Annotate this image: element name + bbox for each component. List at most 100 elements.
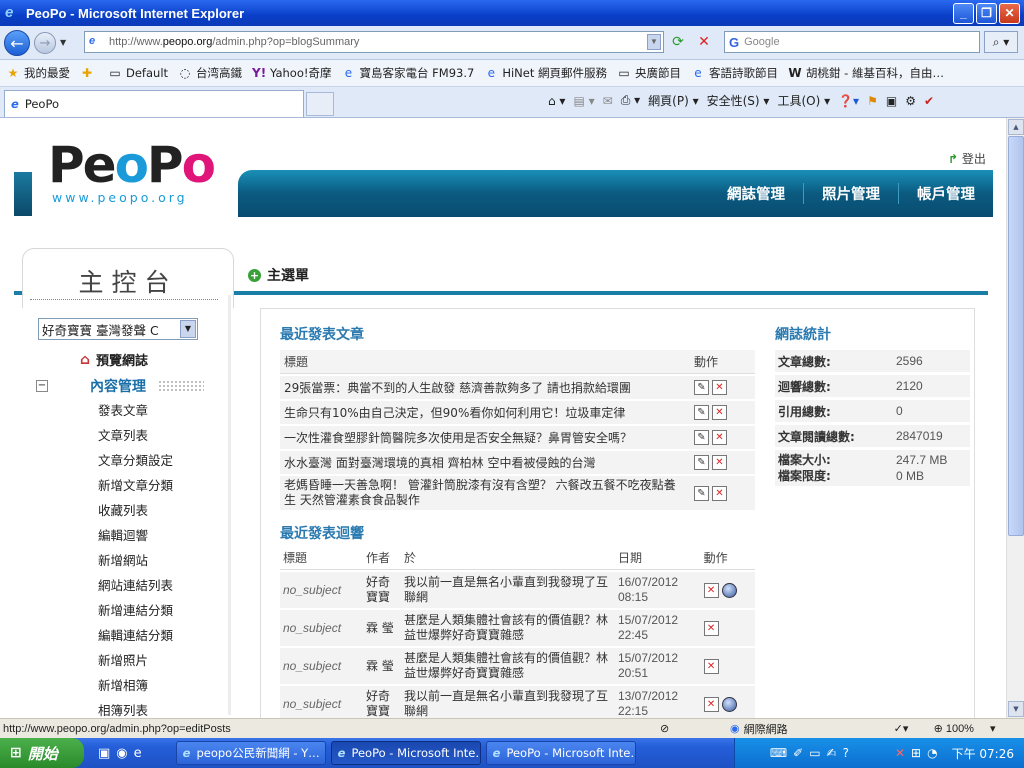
network-icon[interactable]: ⊞ — [911, 746, 921, 760]
history-dropdown-icon[interactable]: ▼ — [60, 38, 66, 47]
edit-icon[interactable]: ✎ — [694, 380, 709, 395]
fav-item[interactable]: e HiNet 網頁郵件服務 — [484, 65, 607, 81]
delete-icon[interactable]: ✕ — [712, 455, 727, 470]
logout-link[interactable]: ↱ 登出 — [948, 150, 986, 167]
taskbar-button[interactable]: e PeoPo - Microsoft Inte… — [485, 741, 636, 765]
gear-icon[interactable]: ⚙ — [905, 94, 916, 108]
forward-button[interactable]: → — [34, 31, 56, 54]
sidebar-item[interactable]: 發表文章 — [98, 398, 173, 423]
edit-icon[interactable]: ✎ — [694, 430, 709, 445]
post-title-link[interactable]: 一次性灌食塑膠針筒醫院多次使用是否安全無疑？鼻胃管安全嗎？ — [280, 426, 690, 449]
nav-photo-mgmt[interactable]: 照片管理 — [803, 183, 898, 204]
media-icon[interactable]: ◉ — [116, 746, 127, 761]
print-icon[interactable]: ⎙ ▾ — [621, 93, 640, 108]
sidebar-item[interactable]: 編輯迴響 — [98, 523, 173, 548]
sidebar-item[interactable]: 收藏列表 — [98, 498, 173, 523]
tab-peopo[interactable]: e PeoPo — [4, 90, 304, 117]
edit-icon[interactable]: ✎ — [694, 405, 709, 420]
nav-account-mgmt[interactable]: 帳戶管理 — [898, 183, 993, 204]
comment-post-link[interactable]: 甚麼是人類集體社會該有的價值觀？林益世爆弊好奇寶寶雜感 — [400, 648, 615, 684]
post-title-link[interactable]: 水水臺灣 面對臺灣環境的真相 齊柏林 空中看被侵蝕的台灣 — [280, 451, 690, 474]
sidebar-item[interactable]: 新增照片 — [98, 648, 173, 673]
delete-icon[interactable]: ✕ — [703, 582, 719, 598]
addon-icon[interactable]: ✔ — [924, 94, 934, 108]
address-dropdown-icon[interactable]: ▼ — [647, 34, 661, 50]
delete-icon[interactable]: ✕ — [703, 658, 719, 674]
safety-menu[interactable]: 安全性(S) ▾ — [707, 92, 770, 109]
restore-button[interactable]: ❐ — [976, 3, 997, 24]
nav-blog-mgmt[interactable]: 網誌管理 — [709, 183, 803, 204]
add-favorite-icon[interactable]: ✚ — [80, 66, 98, 80]
pen-icon[interactable]: ✐ — [793, 746, 803, 760]
scroll-up-icon[interactable]: ▲ — [1008, 119, 1024, 135]
new-tab-button[interactable] — [306, 92, 334, 116]
fav-item[interactable]: e 寶島客家電台 FM93.7 — [342, 65, 475, 81]
sidebar-item[interactable]: 編輯連結分類 — [98, 623, 173, 648]
ie-icon[interactable]: e — [134, 746, 142, 761]
taskbar-button[interactable]: e PeoPo - Microsoft Inte… — [330, 741, 481, 765]
delete-icon[interactable]: ✕ — [703, 696, 719, 712]
fav-item[interactable]: ◌ 台湾高鐵 — [178, 65, 242, 81]
comment-post-link[interactable]: 我以前一直是無名小輩直到我發現了互聯網 — [400, 572, 615, 608]
edit-icon[interactable]: ✎ — [694, 485, 709, 501]
delete-icon[interactable]: ✕ — [703, 620, 719, 636]
sidebar-item[interactable]: 文章列表 — [98, 423, 173, 448]
content-mgmt-header[interactable]: − 內容管理 — [36, 376, 204, 396]
delete-icon[interactable]: ✕ — [712, 485, 727, 501]
keyboard-icon[interactable]: ⌨ — [770, 746, 787, 760]
fav-item[interactable]: e 客語詩歌節目 — [691, 65, 778, 81]
sidebar-item[interactable]: 文章分類設定 — [98, 448, 173, 473]
home-icon[interactable]: ⌂ ▾ — [548, 94, 565, 108]
feeds-icon[interactable]: ▤ ▾ — [573, 94, 594, 108]
zoom-level[interactable]: 100% — [946, 723, 974, 735]
ime-icon[interactable]: ✍ — [827, 746, 837, 760]
protected-mode-icon[interactable]: ✓▾ — [894, 722, 934, 735]
blog-select[interactable]: 好奇寶寶 臺灣發聲 C ▼ — [38, 318, 198, 340]
delete-icon[interactable]: ✕ — [712, 405, 727, 420]
search-button[interactable]: ⌕ ▾ — [984, 31, 1018, 53]
help-icon[interactable]: ? — [843, 746, 849, 760]
help-icon[interactable]: ❓▾ — [838, 94, 859, 108]
research-icon[interactable]: ⚑ — [867, 94, 878, 108]
scroll-thumb[interactable] — [1008, 136, 1024, 536]
back-button[interactable]: ← — [4, 29, 30, 56]
fav-item[interactable]: Y! Yahoo!奇摩 — [252, 65, 331, 81]
desktop-icon[interactable]: ▣ — [98, 746, 110, 761]
stop-icon[interactable]: ✕ — [694, 32, 714, 52]
delete-icon[interactable]: ✕ — [712, 380, 727, 395]
scroll-down-icon[interactable]: ▼ — [1008, 701, 1024, 717]
title-bar[interactable]: e PeoPo - Microsoft Internet Explorer _ … — [0, 0, 1024, 26]
zoom-dropdown-icon[interactable]: ▾ — [990, 722, 996, 735]
globe-icon[interactable] — [721, 582, 737, 598]
vertical-scrollbar[interactable]: ▲ ▼ — [1006, 118, 1024, 718]
address-input[interactable]: e http://www. peopo.org/admin.php?op=blog… — [84, 31, 664, 53]
peopo-logo[interactable]: PeoPo — [48, 140, 216, 190]
close-button[interactable]: ✕ — [999, 3, 1020, 24]
sidebar-item[interactable]: 新增網站 — [98, 548, 173, 573]
fav-item[interactable]: ▭ Default — [108, 66, 168, 80]
favorites-button[interactable]: ★ 我的最愛 — [6, 65, 70, 81]
search-input[interactable]: G Google — [724, 31, 980, 53]
sidebar-item[interactable]: 網站連結列表 — [98, 573, 173, 598]
sidebar-item[interactable]: 新增相簿 — [98, 673, 173, 698]
taskbar-button[interactable]: e peopo公民新聞網 - Y… — [175, 741, 326, 765]
globe-icon[interactable] — [721, 696, 737, 712]
antivirus-icon[interactable]: ✕ — [895, 746, 905, 760]
sidebar-item[interactable]: 相簿列表 — [98, 698, 173, 718]
edit-icon[interactable]: ✎ — [694, 455, 709, 470]
comment-post-link[interactable]: 我以前一直是無名小輩直到我發現了互聯網 — [400, 686, 615, 718]
delete-icon[interactable]: ✕ — [712, 430, 727, 445]
page-menu[interactable]: 網頁(P) ▾ — [648, 92, 698, 109]
messenger-icon[interactable]: ▣ — [886, 94, 897, 108]
refresh-icon[interactable]: ⟳ — [668, 32, 688, 52]
comment-post-link[interactable]: 甚麼是人類集體社會該有的價值觀？林益世爆弊好奇寶寶雜感 — [400, 610, 615, 646]
post-title-link[interactable]: 29張當票：典當不到的人生啟發 慈濟善款夠多了 請也捐款給環團 — [280, 376, 690, 399]
fav-item[interactable]: W 胡桃鉗 - 維基百科，自由… — [788, 65, 944, 81]
tools-menu[interactable]: 工具(O) ▾ — [777, 92, 830, 109]
minimize-button[interactable]: _ — [953, 3, 974, 24]
sidebar-item[interactable]: 新增連結分類 — [98, 598, 173, 623]
start-button[interactable]: ⊞ 開始 — [0, 738, 84, 768]
preview-blog-link[interactable]: ⌂ 預覽網誌 — [80, 350, 148, 370]
sidebar-item[interactable]: 新增文章分類 — [98, 473, 173, 498]
monitor-icon[interactable]: ▭ — [809, 746, 820, 760]
